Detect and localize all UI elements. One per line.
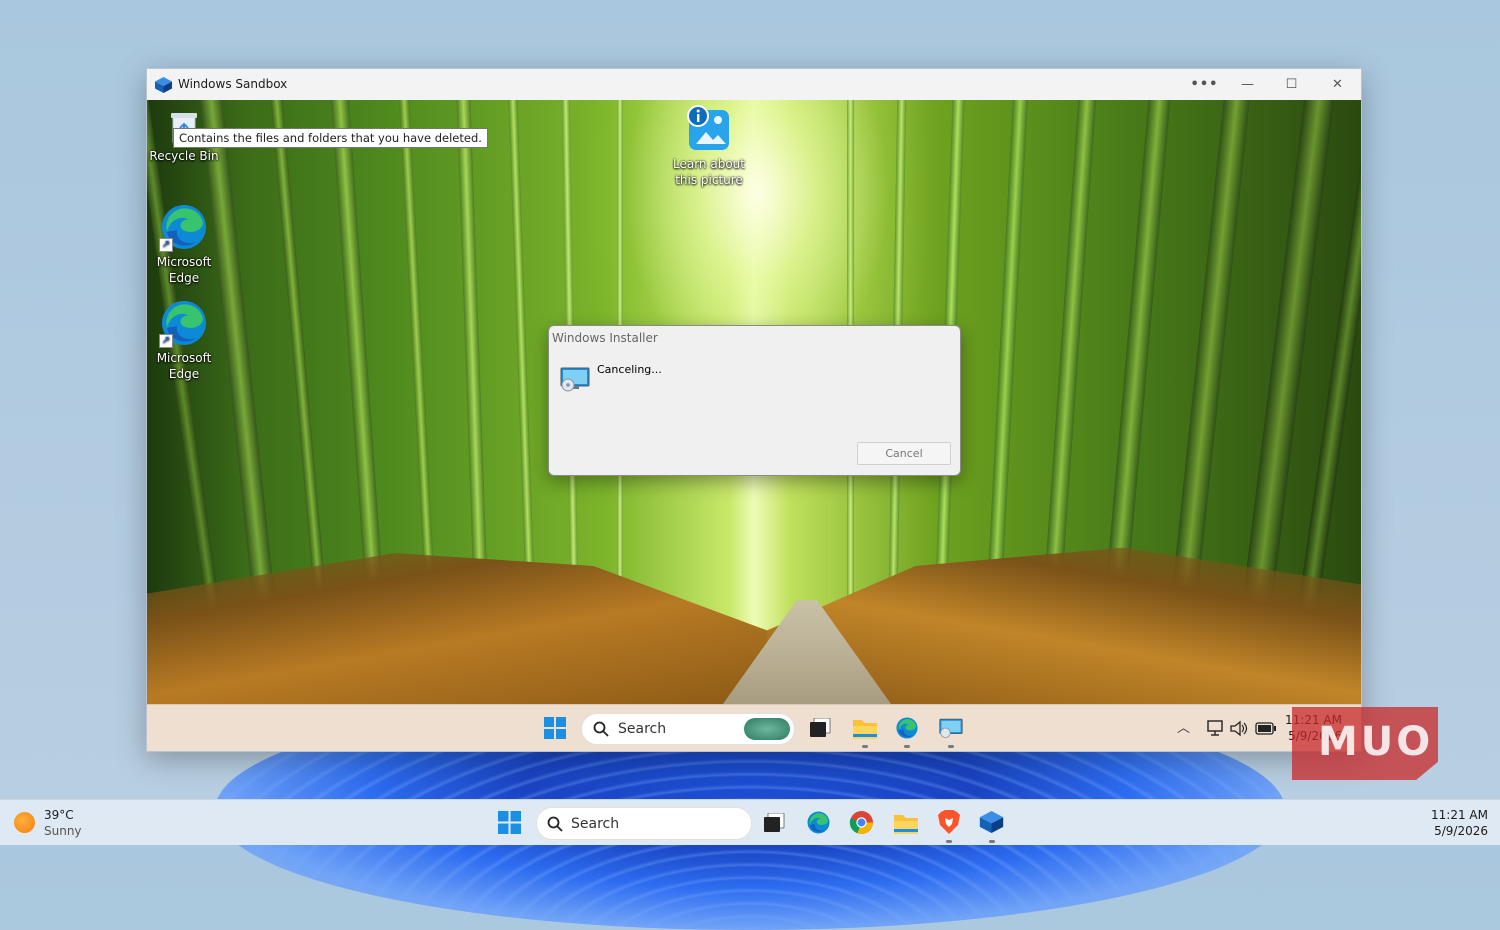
- desktop-icon-edge-2[interactable]: ↗ Microsoft Edge: [147, 298, 221, 382]
- cancel-button[interactable]: Cancel: [857, 442, 951, 465]
- desktop-icon-label: Recycle Bin: [149, 149, 219, 163]
- shortcut-arrow-icon: ↗: [159, 238, 173, 252]
- minimize-button[interactable]: —: [1225, 69, 1270, 100]
- desktop-icon-edge-1[interactable]: ↗ Microsoft Edge: [147, 202, 221, 286]
- edge-shortcut-icon: ↗: [159, 202, 209, 252]
- host-taskbar-search[interactable]: Search: [536, 807, 752, 840]
- search-highlight-icon: [744, 718, 790, 740]
- clock-date: 5/9/2026: [1434, 824, 1488, 838]
- desktop-icon-label: Microsoft Edge: [156, 351, 212, 381]
- file-explorer-icon[interactable]: [893, 811, 919, 835]
- running-indicator: [946, 840, 952, 843]
- wallpaper-grass-left: [147, 553, 767, 704]
- muo-watermark: MUO: [1292, 707, 1438, 780]
- weather-condition: Sunny: [44, 824, 82, 838]
- battery-icon[interactable]: [1255, 722, 1277, 735]
- dialog-title: Windows Installer: [552, 331, 658, 345]
- search-label: Search: [618, 721, 667, 737]
- chevron-up-icon[interactable]: ︿: [1177, 705, 1190, 751]
- sandbox-title: Windows Sandbox: [178, 77, 288, 91]
- edge-taskbar-icon[interactable]: [895, 716, 919, 740]
- sandbox-taskbar: Search ︿: [147, 704, 1361, 751]
- running-indicator: [904, 745, 910, 748]
- search-icon: [593, 721, 609, 737]
- info-picture-icon: [687, 105, 729, 150]
- sandbox-taskbar-icon[interactable]: [979, 811, 1004, 833]
- host-taskbar-clock[interactable]: 11:21 AM 5/9/2026: [1420, 807, 1488, 839]
- search-icon: [547, 816, 563, 832]
- brave-icon[interactable]: [937, 809, 961, 835]
- start-button[interactable]: [544, 717, 566, 739]
- task-view-icon[interactable]: [809, 718, 831, 738]
- running-indicator: [862, 745, 868, 748]
- close-button[interactable]: ✕: [1315, 69, 1360, 100]
- sandbox-titlebar[interactable]: Windows Sandbox ••• — ☐ ✕: [147, 69, 1361, 100]
- search-label: Search: [571, 815, 620, 832]
- taskbar-search[interactable]: Search: [581, 713, 795, 745]
- task-view-icon[interactable]: [763, 813, 785, 833]
- maximize-button[interactable]: ☐: [1269, 69, 1314, 100]
- installer-taskbar-icon[interactable]: [939, 717, 963, 739]
- running-indicator: [989, 840, 995, 843]
- sun-icon: [14, 812, 35, 833]
- volume-icon[interactable]: [1230, 720, 1248, 737]
- chrome-icon[interactable]: [849, 810, 874, 835]
- host-start-button[interactable]: [498, 811, 521, 834]
- sandbox-app-icon: [155, 77, 172, 93]
- desktop-icon-learn-picture[interactable]: Learn about this picture: [672, 104, 746, 188]
- installer-icon: [560, 367, 590, 392]
- shortcut-arrow-icon: ↗: [159, 334, 173, 348]
- sandbox-desktop: Recycle Bin Contains the files and folde…: [147, 100, 1361, 704]
- watermark-text: MUO: [1318, 719, 1434, 765]
- network-icon[interactable]: [1207, 720, 1225, 737]
- clock-time: 11:21 AM: [1431, 808, 1488, 822]
- sandbox-window: Windows Sandbox ••• — ☐ ✕ Recycle Bin Co…: [146, 68, 1362, 752]
- dialog-message: Canceling...: [597, 363, 662, 376]
- desktop-icon-label: Microsoft Edge: [156, 255, 212, 285]
- edge-shortcut-icon: ↗: [159, 298, 209, 348]
- weather-temperature: 39°C: [44, 808, 74, 822]
- file-explorer-icon[interactable]: [852, 716, 878, 740]
- recycle-bin-tooltip: Contains the files and folders that you …: [173, 128, 488, 148]
- running-indicator: [948, 745, 954, 748]
- windows-installer-dialog: Windows Installer Canceling... Cancel: [548, 325, 961, 476]
- host-taskbar: 39°C Sunny Search 11:21 AM 5/9/2026: [0, 799, 1500, 845]
- more-options-button[interactable]: •••: [1182, 69, 1227, 100]
- edge-taskbar-icon[interactable]: [806, 810, 831, 835]
- desktop-icon-label: Learn about this picture: [673, 157, 745, 187]
